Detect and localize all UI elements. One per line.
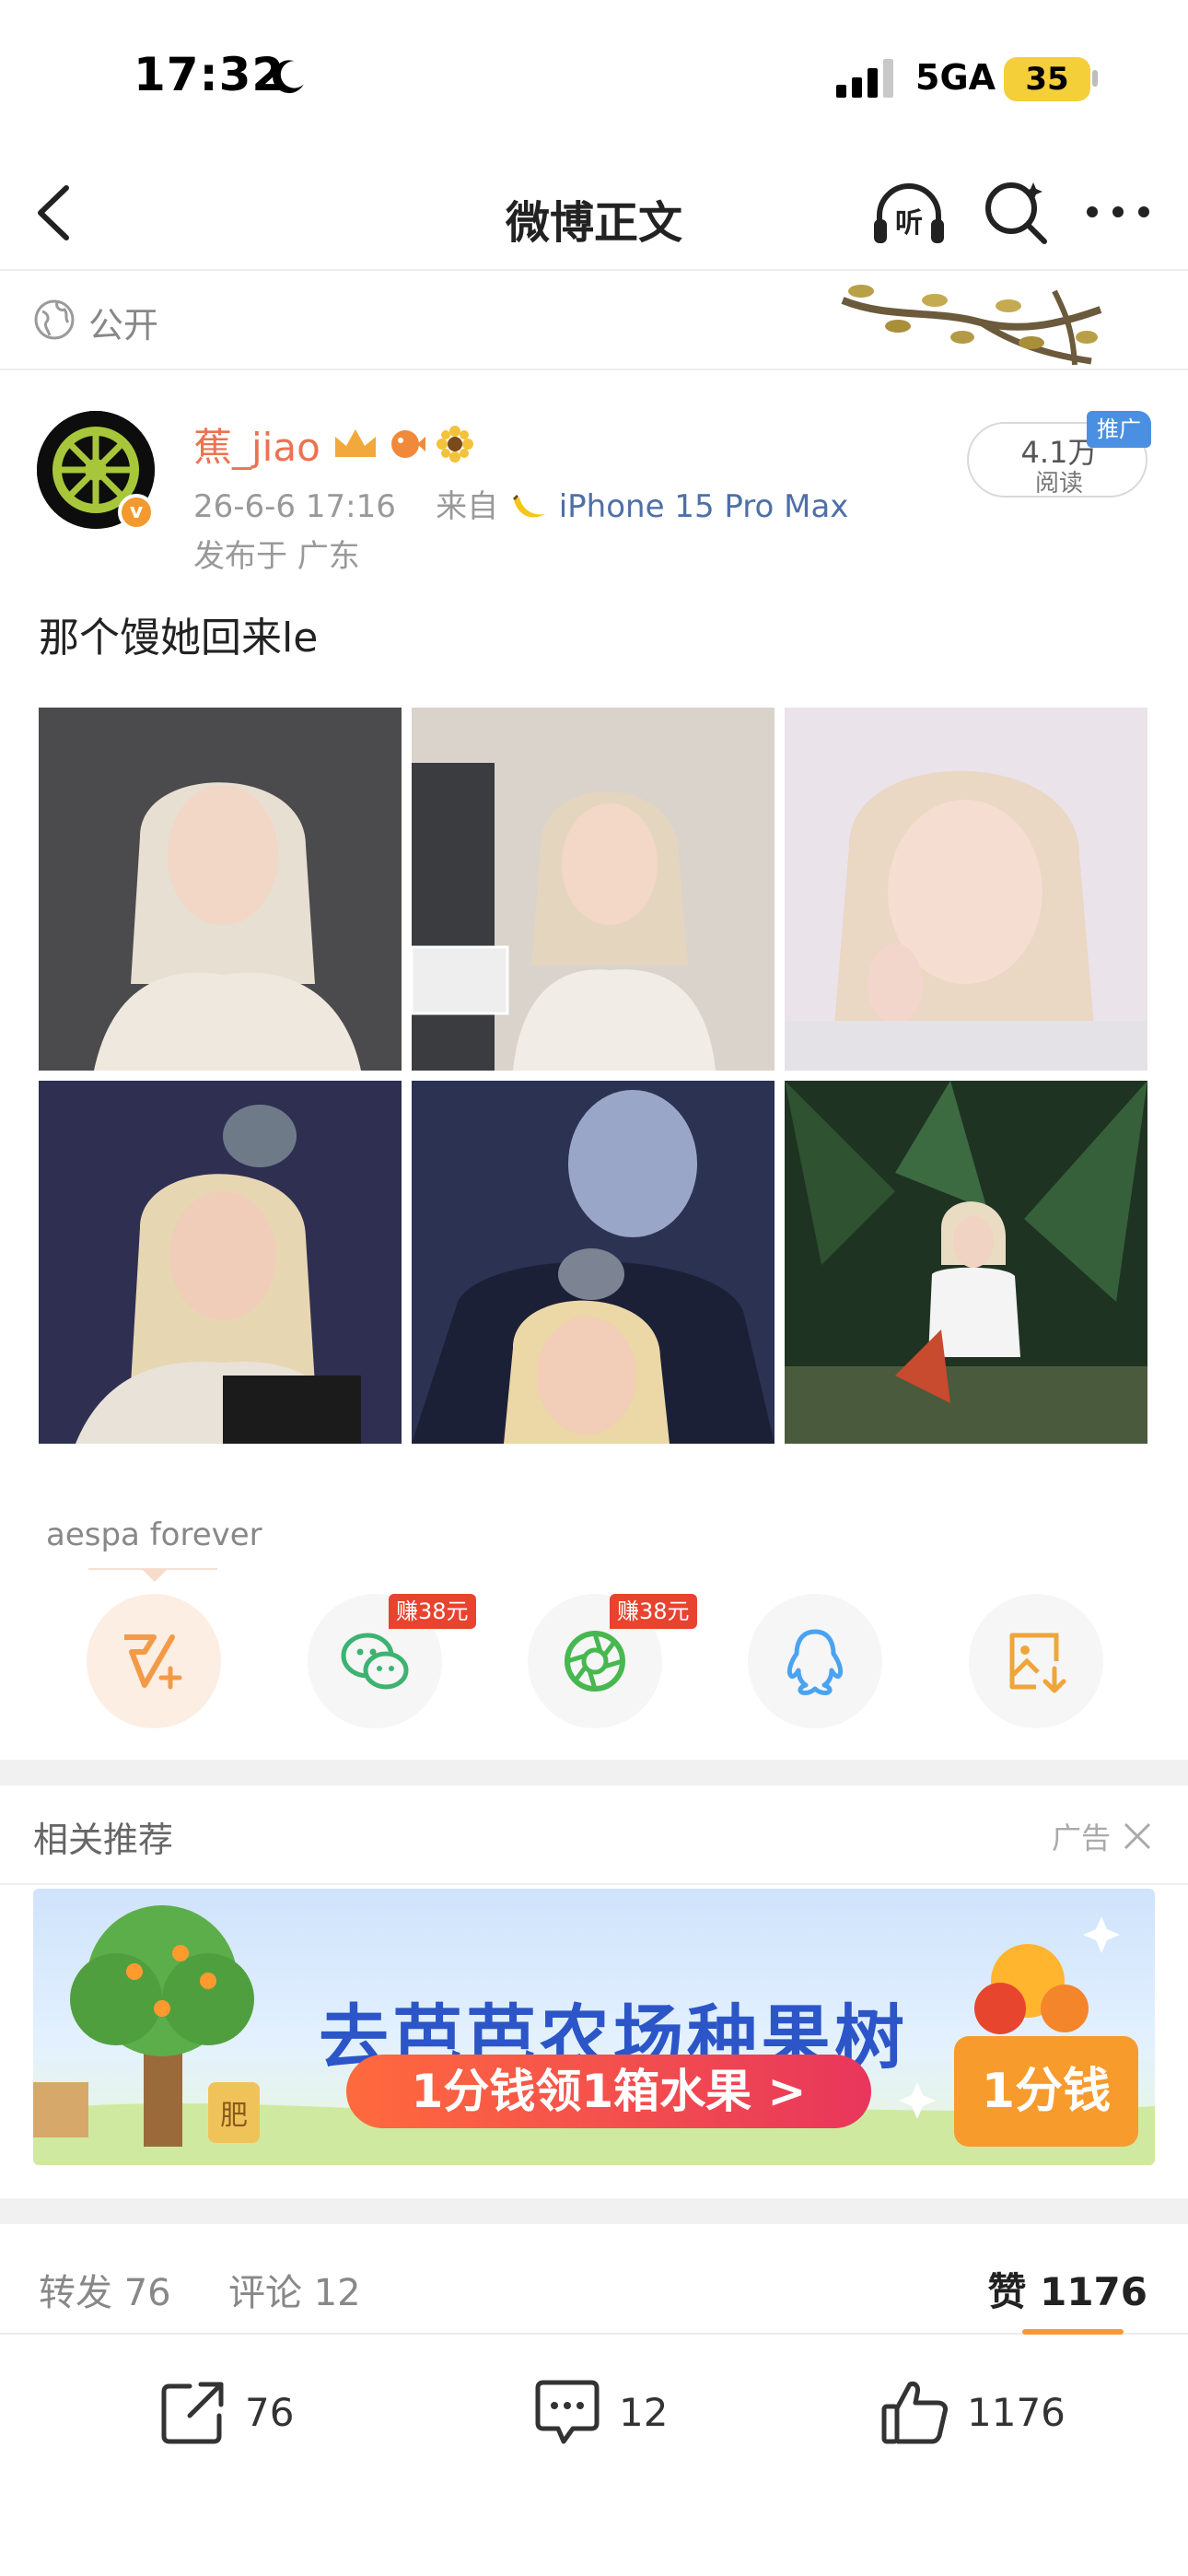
status-time: 17:32 xyxy=(134,48,285,101)
engagement-stats: 转发 76 评论 12 赞 1176 xyxy=(0,2224,1188,2335)
recommend-divider xyxy=(0,1883,1188,1885)
like-count: 1176 xyxy=(967,2390,1066,2435)
cellular-signal-icon xyxy=(836,59,893,98)
battery-tip xyxy=(1092,70,1098,87)
comment-count: 12 xyxy=(619,2390,669,2435)
share-qq-button[interactable] xyxy=(748,1594,882,1728)
share-weibo-button[interactable] xyxy=(87,1594,221,1728)
moments-earn-tag: 赚38元 xyxy=(610,1594,697,1629)
wechat-moments-icon xyxy=(565,1631,625,1692)
post-location: 发布于 广东 xyxy=(193,538,360,575)
ad-label: 广告 xyxy=(1052,1821,1112,1856)
section-divider xyxy=(0,1760,1188,1786)
photo-2-image xyxy=(412,708,775,1071)
globe-icon xyxy=(34,299,75,340)
wechat-earn-tag: 赚38元 xyxy=(389,1594,476,1629)
repost-count: 76 xyxy=(245,2390,295,2435)
network-type: 5GA xyxy=(915,57,996,98)
photo-5-image xyxy=(412,1081,775,1444)
post-date: 26-6-6 17:16 xyxy=(193,488,396,525)
listen-headphones-icon[interactable]: 听 xyxy=(870,177,948,251)
weibo-forward-icon xyxy=(124,1634,182,1690)
source-prefix: 来自 xyxy=(436,488,499,525)
photo-grid xyxy=(39,708,1147,1444)
post-photo-3[interactable] xyxy=(785,708,1147,1071)
recommend-title: 相关推荐 xyxy=(33,1820,174,1860)
like-button[interactable]: 1176 xyxy=(879,2375,1081,2449)
read-label: 阅读 xyxy=(1034,470,1083,498)
photo-4-image xyxy=(39,1081,402,1444)
save-image-button[interactable] xyxy=(969,1594,1103,1728)
battery-level: 35 xyxy=(1025,61,1069,98)
reposts-count: 76 xyxy=(123,2272,171,2314)
thumbs-up-icon xyxy=(881,2382,948,2444)
likes-count: 1176 xyxy=(1040,2269,1147,2314)
ad-price-box: 1分钱 xyxy=(954,2036,1138,2147)
comments-label: 评论 xyxy=(228,2272,302,2314)
comments-count: 12 xyxy=(313,2272,361,2314)
post-photo-1[interactable] xyxy=(39,708,402,1071)
listen-icon-text: 听 xyxy=(895,207,923,240)
likes-tab[interactable]: 赞 1176 xyxy=(987,2261,1147,2317)
post-photo-2[interactable] xyxy=(412,708,775,1071)
comment-button[interactable]: 12 xyxy=(530,2375,715,2449)
active-tab-indicator xyxy=(1022,2329,1124,2335)
reposts-label: 转发 xyxy=(39,2272,112,2314)
save-image-icon xyxy=(1009,1633,1066,1693)
status-bar: 17:32 5GA 35 xyxy=(0,0,1188,157)
comment-bubble-icon xyxy=(535,2380,600,2444)
post-meta: 26-6-6 17:16 来自 iPhone 15 Pro Max xyxy=(193,481,848,526)
wechat-icon xyxy=(341,1633,409,1690)
search-icon[interactable] xyxy=(982,179,1050,247)
branch-decoration-image xyxy=(841,285,1102,366)
likes-label: 赞 xyxy=(987,2269,1027,2314)
bottom-toolbar: 76 12 1176 xyxy=(0,2336,1188,2576)
post-body-text: 那个馒她回来le xyxy=(39,615,319,662)
user-badges-icon xyxy=(335,426,473,463)
post-photo-4[interactable] xyxy=(39,1081,402,1444)
photo-1-image xyxy=(39,708,402,1071)
comments-tab[interactable]: 评论 12 xyxy=(228,2263,361,2316)
more-options-icon[interactable] xyxy=(1083,193,1153,230)
close-icon[interactable] xyxy=(1122,1821,1153,1852)
verified-badge: v xyxy=(118,494,155,531)
author-name[interactable]: 蕉_jiao xyxy=(193,416,320,473)
photo-3-image xyxy=(785,708,1147,1071)
post-photo-5[interactable] xyxy=(412,1081,775,1444)
repost-share-icon xyxy=(161,2382,224,2444)
topic-tag[interactable]: aespa forever xyxy=(46,1516,262,1553)
source-device-link[interactable]: iPhone 15 Pro Max xyxy=(559,488,849,525)
nav-bar: 微博正文 听 xyxy=(0,157,1188,271)
section-divider xyxy=(0,2198,1188,2224)
photo-6-image xyxy=(785,1081,1147,1444)
banana-icon xyxy=(512,494,545,517)
ad-cta-button[interactable]: 1分钱领1箱水果 > xyxy=(346,2055,871,2128)
post-photo-6[interactable] xyxy=(785,1081,1147,1444)
repost-button[interactable]: 76 xyxy=(157,2375,341,2449)
ad-banner[interactable]: 肥 去芭芭农场种果树 1分钱领1箱水果 > 1分钱 xyxy=(33,1889,1155,2165)
visibility-row: 公开 xyxy=(0,273,1188,370)
fertilizer-label: 肥 xyxy=(220,2100,248,2132)
qq-penguin-icon xyxy=(786,1629,844,1695)
moon-icon xyxy=(273,60,304,94)
reposts-tab[interactable]: 转发 76 xyxy=(39,2263,171,2316)
topic-pointer xyxy=(142,1569,168,1582)
promote-tag[interactable]: 推广 xyxy=(1087,411,1151,448)
visibility-label: 公开 xyxy=(88,305,159,345)
